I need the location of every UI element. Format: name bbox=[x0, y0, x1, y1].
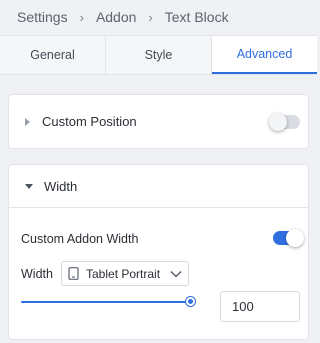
breadcrumb-addon[interactable]: Addon bbox=[96, 9, 136, 25]
width-panel: Width Custom Addon Width Width Tablet Po… bbox=[8, 164, 309, 340]
tab-general[interactable]: General bbox=[0, 36, 106, 74]
slider-fill bbox=[21, 301, 191, 303]
chevron-right-icon: › bbox=[79, 9, 84, 25]
width-slider[interactable] bbox=[21, 292, 195, 312]
device-select[interactable]: Tablet Portrait bbox=[61, 261, 189, 286]
width-header[interactable]: Width bbox=[9, 165, 308, 207]
custom-position-panel: Custom Position bbox=[8, 94, 309, 149]
breadcrumb-text-block: Text Block bbox=[164, 9, 229, 25]
caret-down-icon bbox=[25, 183, 33, 189]
breadcrumb-settings[interactable]: Settings bbox=[17, 9, 68, 25]
tab-advanced[interactable]: Advanced bbox=[212, 36, 317, 74]
width-label: Width bbox=[21, 267, 53, 281]
width-panel-label: Width bbox=[44, 178, 78, 194]
custom-position-header[interactable]: Custom Position bbox=[9, 95, 308, 148]
chevron-down-icon bbox=[170, 270, 182, 277]
panel-divider bbox=[9, 207, 308, 208]
chevron-right-icon: › bbox=[148, 9, 153, 25]
tablet-icon bbox=[68, 267, 79, 280]
caret-right-icon bbox=[25, 117, 30, 126]
custom-addon-width-toggle[interactable] bbox=[273, 229, 304, 247]
slider-thumb[interactable] bbox=[186, 297, 195, 306]
settings-tabs: General Style Advanced bbox=[0, 35, 317, 75]
device-select-value: Tablet Portrait bbox=[86, 266, 161, 281]
breadcrumb: Settings › Addon › Text Block bbox=[0, 0, 317, 34]
toggle-knob bbox=[286, 229, 304, 247]
custom-addon-width-label: Custom Addon Width bbox=[21, 232, 139, 246]
tab-style[interactable]: Style bbox=[106, 36, 212, 74]
width-value-input[interactable] bbox=[220, 291, 300, 322]
custom-position-toggle[interactable] bbox=[269, 113, 300, 131]
toggle-knob bbox=[269, 113, 287, 131]
custom-position-label: Custom Position bbox=[42, 114, 137, 129]
